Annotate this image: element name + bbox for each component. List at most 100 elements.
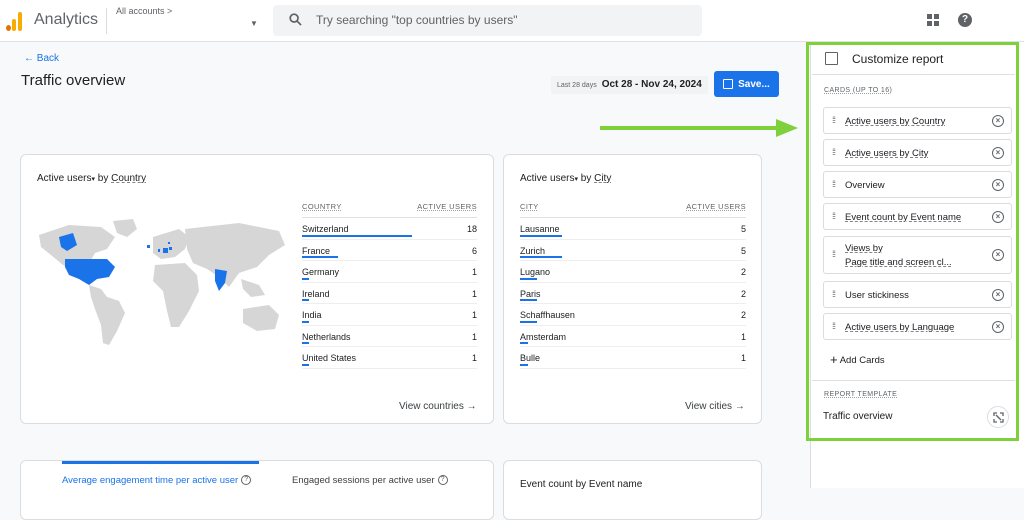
- city-card-title: Active users▾ by City: [520, 173, 612, 184]
- row-value: 1: [740, 353, 746, 363]
- country-card-title: Active users▾ by Country: [37, 173, 147, 184]
- value-bar: [520, 299, 537, 301]
- table-header: CITY ACTIVE USERS: [520, 202, 746, 218]
- save-button[interactable]: Save...: [714, 71, 779, 97]
- caret-down-icon[interactable]: ▼: [250, 19, 258, 28]
- back-link[interactable]: ← Back: [24, 53, 59, 64]
- page-title: Traffic overview: [21, 72, 126, 89]
- title-by: by: [580, 173, 592, 184]
- table-row[interactable]: Lugano 2: [520, 261, 746, 283]
- title-by: by: [97, 173, 109, 184]
- table-row[interactable]: Switzerland 18: [302, 218, 477, 240]
- country-card: Active users▾ by Country COUNTRY ACTIVE …: [20, 154, 494, 424]
- value-bar: [302, 363, 309, 366]
- search-bar[interactable]: Try searching "top countries by users": [273, 5, 702, 36]
- table-row[interactable]: Germany 1: [302, 261, 477, 283]
- value-bar: [520, 363, 529, 366]
- help-icon[interactable]: ?: [958, 13, 972, 27]
- account-selector[interactable]: All accounts >: [116, 6, 172, 16]
- table-row[interactable]: Netherlands 1: [302, 326, 477, 347]
- event-card-title: Event count by Event name: [520, 479, 643, 490]
- row-value: 1: [740, 331, 746, 342]
- row-label: Netherlands: [302, 331, 351, 342]
- table-row[interactable]: United States 1: [302, 347, 477, 369]
- country-table: COUNTRY ACTIVE USERS Switzerland 18 France…: [302, 202, 477, 369]
- analytics-logo-icon[interactable]: [6, 11, 24, 31]
- save-icon: [723, 79, 734, 89]
- date-range-label: Last 28 days: [557, 82, 597, 89]
- row-value: 5: [740, 224, 746, 234]
- apps-grid-icon[interactable]: [927, 14, 939, 26]
- arrow-right-icon: →: [734, 401, 745, 412]
- table-row[interactable]: India 1: [302, 304, 477, 326]
- table-row[interactable]: Zurich 5: [520, 240, 746, 261]
- column-header: ACTIVE USERS: [686, 202, 746, 211]
- tab-engaged-sessions[interactable]: Engaged sessions per active user?: [292, 475, 448, 486]
- view-countries-link[interactable]: View countries →: [399, 401, 477, 412]
- highlight-frame: [806, 42, 1019, 441]
- table-row[interactable]: Lausanne 5: [520, 218, 746, 240]
- tab-label: Average engagement time per active user: [62, 475, 239, 486]
- column-header: COUNTRY: [302, 202, 342, 211]
- engagement-card: Average engagement time per active user?…: [20, 460, 494, 520]
- row-value: 2: [740, 288, 746, 299]
- event-count-card: Event count by Event name: [503, 460, 762, 520]
- date-range-picker[interactable]: Last 28 days Oct 28 - Nov 24, 2024: [551, 76, 708, 94]
- row-value: 1: [471, 331, 477, 342]
- row-value: 1: [471, 353, 477, 363]
- table-row[interactable]: Paris 2: [520, 283, 746, 304]
- metric-selector[interactable]: Active users: [37, 173, 91, 184]
- table-row[interactable]: Bulle 1: [520, 347, 746, 369]
- arrow-right-icon: →: [466, 401, 477, 412]
- value-bar: [520, 320, 537, 323]
- date-range-value: Oct 28 - Nov 24, 2024: [601, 79, 702, 90]
- metric-selector[interactable]: Active users: [520, 173, 574, 184]
- row-value: 5: [740, 245, 746, 256]
- row-value: 1: [471, 310, 477, 320]
- help-icon[interactable]: ?: [437, 475, 448, 486]
- search-input[interactable]: Try searching "top countries by users": [316, 13, 518, 27]
- table-row[interactable]: Ireland 1: [302, 283, 477, 304]
- view-cities-link[interactable]: View cities →: [685, 401, 745, 412]
- value-bar: [520, 234, 562, 237]
- app-title: Analytics: [34, 11, 99, 28]
- row-value: 1: [471, 288, 477, 299]
- back-label: Back: [36, 53, 60, 64]
- value-bar: [520, 342, 529, 344]
- tab-label: Engaged sessions per active user: [292, 475, 435, 486]
- city-table: CITY ACTIVE USERS Lausanne 5 Zurich 5 Lugano…: [520, 202, 746, 369]
- world-map: [39, 219, 285, 345]
- divider: [106, 8, 107, 34]
- top-app-bar: Analytics All accounts > ▼ Try searching…: [0, 0, 1024, 42]
- row-value: 2: [740, 267, 746, 277]
- row-label: United States: [302, 353, 357, 363]
- value-bar: [520, 256, 562, 258]
- view-countries-label: View countries: [399, 401, 464, 412]
- dimension-selector[interactable]: City: [594, 173, 611, 184]
- row-value: 1: [471, 267, 477, 277]
- table-row[interactable]: Amsterdam 1: [520, 326, 746, 347]
- help-icon[interactable]: ?: [241, 475, 252, 486]
- save-label: Save...: [738, 78, 770, 90]
- dimension-selector[interactable]: Country: [111, 173, 146, 184]
- value-bar: [302, 342, 309, 344]
- tab-avg-engagement[interactable]: Average engagement time per active user?: [62, 475, 252, 486]
- active-tab-indicator: [62, 461, 259, 464]
- column-header: CITY: [520, 202, 539, 211]
- table-row[interactable]: France 6: [302, 240, 477, 261]
- row-value: 2: [740, 310, 746, 320]
- row-value: 6: [471, 245, 477, 256]
- annotation-arrow-icon: [600, 119, 798, 137]
- column-header: ACTIVE USERS: [417, 202, 477, 211]
- row-value: 18: [466, 224, 477, 234]
- value-bar: [302, 320, 309, 323]
- value-bar: [302, 256, 339, 258]
- value-bar: [302, 234, 412, 237]
- table-row[interactable]: Schaffhausen 2: [520, 304, 746, 326]
- value-bar: [302, 299, 309, 301]
- search-icon: [289, 13, 302, 26]
- view-cities-label: View cities: [685, 401, 733, 412]
- table-header: COUNTRY ACTIVE USERS: [302, 202, 477, 218]
- value-bar: [302, 277, 309, 280]
- city-card: Active users▾ by City CITY ACTIVE USERS …: [503, 154, 762, 424]
